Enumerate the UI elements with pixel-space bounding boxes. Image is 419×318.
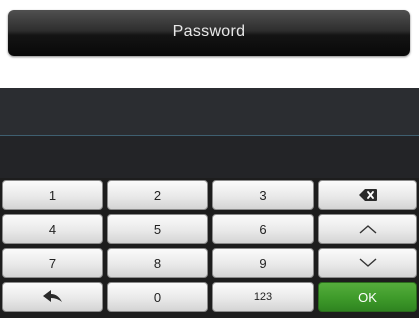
up-button[interactable] — [318, 214, 417, 244]
key-3[interactable]: 3 — [212, 180, 314, 210]
down-button[interactable] — [318, 248, 417, 278]
backspace-icon — [358, 189, 377, 201]
key-2[interactable]: 2 — [107, 180, 208, 210]
title-bar: Password — [8, 10, 410, 56]
ok-button[interactable]: OK — [318, 282, 417, 312]
key-1[interactable]: 1 — [2, 180, 103, 210]
chevron-up-icon — [359, 224, 377, 234]
key-0[interactable]: 0 — [107, 282, 208, 312]
key-4[interactable]: 4 — [2, 214, 103, 244]
key-9[interactable]: 9 — [212, 248, 314, 278]
key-7[interactable]: 7 — [2, 248, 103, 278]
key-8[interactable]: 8 — [107, 248, 208, 278]
keypad: 1 2 3 4 5 6 7 8 9 0 123 OK — [0, 178, 419, 318]
key-6[interactable]: 6 — [212, 214, 314, 244]
input-mode-button[interactable]: 123 — [212, 282, 314, 312]
back-arrow-icon — [42, 290, 63, 304]
chevron-down-icon — [359, 258, 377, 268]
back-button[interactable] — [2, 282, 103, 312]
backspace-button[interactable] — [318, 180, 417, 210]
page-title: Password — [172, 23, 246, 40]
key-5[interactable]: 5 — [107, 214, 208, 244]
password-display — [0, 88, 419, 178]
password-input[interactable] — [0, 136, 419, 178]
